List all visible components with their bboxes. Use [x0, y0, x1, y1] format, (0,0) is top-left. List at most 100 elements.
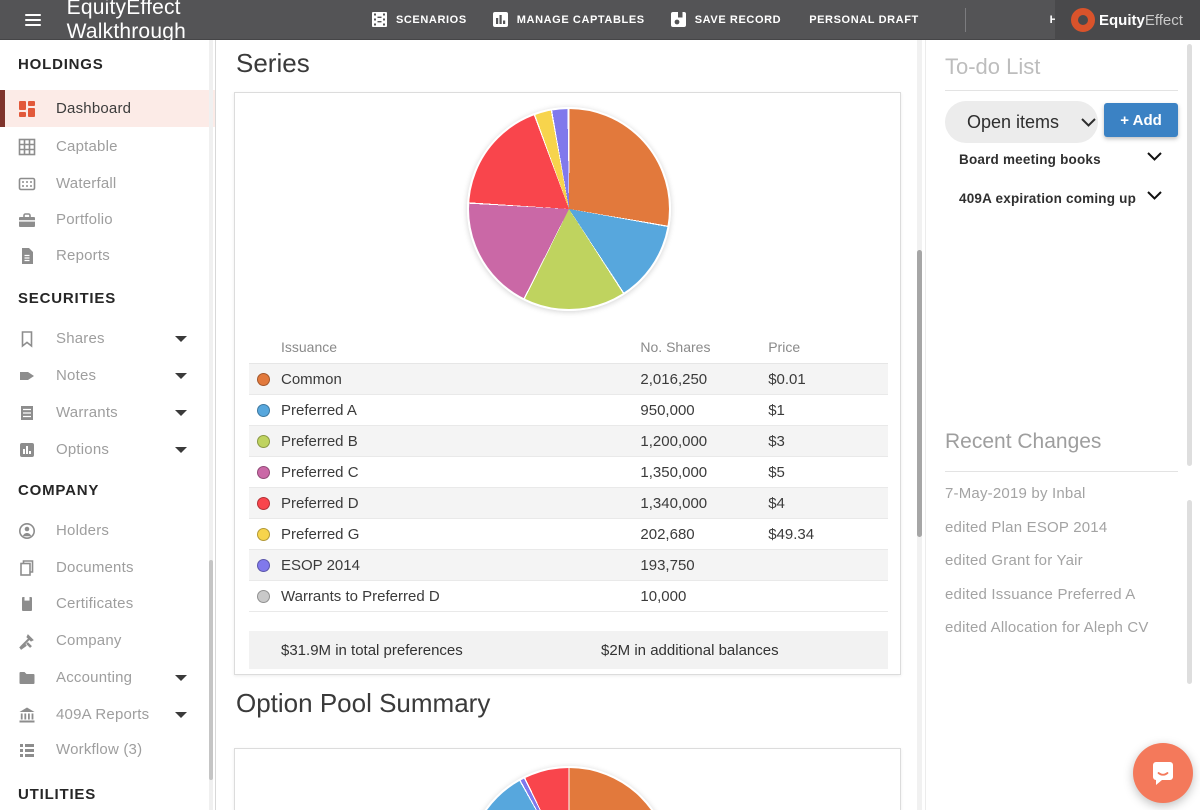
- table-row[interactable]: Warrants to Preferred D 10,000: [249, 581, 888, 612]
- right-panel: To-do List Open items + Add Board meetin…: [925, 40, 1200, 810]
- folder-icon: [19, 671, 35, 684]
- sidebar-item-409a-reports[interactable]: 409A Reports: [0, 696, 215, 733]
- sidebar-item-notes[interactable]: Notes: [0, 357, 215, 394]
- table-row[interactable]: Common 2,016,250 $0.01: [249, 364, 888, 395]
- personal-draft-label[interactable]: PERSONAL DRAFT: [809, 14, 919, 26]
- expand-caret-icon[interactable]: [175, 711, 187, 718]
- scenarios-button[interactable]: SCENARIOS: [371, 12, 467, 27]
- bar-chart-icon: [492, 12, 508, 27]
- document-icon: [22, 247, 33, 264]
- sidebar-item-waterfall[interactable]: Waterfall: [0, 165, 215, 202]
- person-icon: [19, 522, 35, 539]
- sidebar-item-portfolio[interactable]: Portfolio: [0, 201, 215, 238]
- workflow-list-icon: [20, 743, 34, 757]
- recent-scrollbar[interactable]: [1187, 500, 1192, 684]
- film-strip-icon: [371, 12, 387, 27]
- sidebar-item-options[interactable]: Options: [0, 431, 215, 468]
- chevron-down-icon[interactable]: [1147, 191, 1162, 200]
- sidebar-item-dashboard[interactable]: Dashboard: [0, 90, 215, 127]
- divider: [945, 90, 1178, 91]
- chat-bubble-icon: [1153, 762, 1173, 785]
- table-row[interactable]: ESOP 2014 193,750: [249, 550, 888, 581]
- todo-item[interactable]: Board meeting books: [959, 152, 1165, 167]
- series-color-dot: [257, 496, 270, 510]
- table-row[interactable]: Preferred B 1,200,000 $3: [249, 426, 888, 457]
- recent-change-item[interactable]: edited Allocation for Aleph CV: [945, 619, 1149, 636]
- recent-change-item[interactable]: edited Issuance Preferred A: [945, 586, 1136, 603]
- logo-ring-icon: [1071, 8, 1095, 32]
- sidebar-item-certificates[interactable]: Certificates: [0, 585, 215, 622]
- chevron-down-icon[interactable]: [1147, 152, 1162, 161]
- manage-captables-button[interactable]: MANAGE CAPTABLES: [492, 12, 645, 27]
- series-color-dot: [257, 589, 270, 603]
- topbar-divider: [964, 7, 966, 32]
- open-items-dropdown[interactable]: Open items: [945, 101, 1098, 143]
- main-content: Series Issuance No. Shares Price Common …: [216, 40, 925, 810]
- series-color-dot: [257, 434, 270, 448]
- logo-text-light: Effect: [1144, 11, 1183, 29]
- table-footer: $31.9M in total preferences $2M in addit…: [249, 631, 888, 669]
- sidebar-item-accounting[interactable]: Accounting: [0, 659, 215, 696]
- divider: [945, 471, 1178, 472]
- series-color-dot: [257, 372, 270, 386]
- recent-changes-heading: Recent Changes: [945, 430, 1102, 453]
- recent-change-item[interactable]: edited Plan ESOP 2014: [945, 519, 1107, 536]
- expand-caret-icon[interactable]: [175, 372, 187, 379]
- sidebar-item-warrants[interactable]: Warrants: [0, 394, 215, 431]
- sidebar-scrollbar-thumb[interactable]: [209, 560, 213, 780]
- copy-icon: [20, 559, 34, 576]
- sidebar-item-captable[interactable]: Captable: [0, 128, 215, 165]
- todo-scrollbar[interactable]: [1187, 44, 1192, 466]
- left-sidebar: HOLDINGS Dashboard Captable Waterfall Po…: [0, 40, 216, 810]
- todo-item[interactable]: 409A expiration coming up: [959, 191, 1165, 206]
- top-bar: EquityEffect Walkthrough SCENARIOS MANAG…: [0, 0, 1200, 43]
- section-title-holdings: HOLDINGS: [18, 56, 104, 73]
- col-no-shares: No. Shares: [640, 339, 711, 355]
- certificate-icon: [22, 596, 32, 611]
- section-title-company: COMPANY: [18, 482, 100, 499]
- option-pool-pie-chart: [466, 766, 672, 810]
- tools-icon: [19, 633, 34, 650]
- table-row[interactable]: Preferred A 950,000 $1: [249, 395, 888, 426]
- sidebar-item-workflow[interactable]: Workflow (3): [0, 731, 215, 768]
- section-title-securities: SECURITIES: [18, 290, 117, 307]
- recent-change-item[interactable]: 7-May-2019 by Inbal: [945, 485, 1086, 502]
- sidebar-item-shares[interactable]: Shares: [0, 320, 215, 357]
- bookmark-icon: [21, 330, 33, 348]
- col-issuance: Issuance: [281, 339, 338, 355]
- logo-text-bold: Equity: [1099, 11, 1145, 29]
- save-record-button[interactable]: SAVE RECORD: [670, 12, 781, 27]
- bank-icon: [19, 707, 35, 722]
- series-color-dot: [257, 403, 270, 417]
- chart-icon: [20, 442, 34, 457]
- table-row[interactable]: Preferred C 1,350,000 $5: [249, 457, 888, 488]
- additional-balances: $2M in additional balances: [601, 641, 779, 659]
- main-scrollbar-thumb[interactable]: [917, 250, 922, 537]
- table-row[interactable]: Preferred D 1,340,000 $4: [249, 488, 888, 519]
- table-header: Issuance No. Shares Price: [249, 331, 888, 364]
- sidebar-item-company[interactable]: Company: [0, 622, 215, 659]
- add-todo-button[interactable]: + Add: [1104, 103, 1178, 137]
- floppy-disk-icon: [670, 12, 686, 27]
- expand-caret-icon[interactable]: [175, 674, 187, 681]
- chat-launcher-button[interactable]: [1133, 743, 1193, 803]
- option-pool-card: [234, 748, 901, 810]
- sidebar-item-reports[interactable]: Reports: [0, 237, 215, 274]
- expand-caret-icon[interactable]: [175, 409, 187, 416]
- tag-icon: [20, 371, 34, 380]
- series-heading: Series: [236, 48, 310, 78]
- section-title-utilities: UTILITIES: [18, 786, 97, 803]
- table-row[interactable]: Preferred G 202,680 $49.34: [249, 519, 888, 550]
- sidebar-item-holders[interactable]: Holders: [0, 512, 215, 549]
- series-color-dot: [257, 465, 270, 479]
- recent-change-item[interactable]: edited Grant for Yair: [945, 552, 1083, 569]
- briefcase-icon: [19, 212, 35, 227]
- series-card: Issuance No. Shares Price Common 2,016,2…: [234, 92, 901, 675]
- hamburger-menu-icon[interactable]: [25, 11, 41, 29]
- series-pie-chart: [467, 107, 671, 311]
- expand-caret-icon[interactable]: [175, 335, 187, 342]
- brand-logo: EquityEffect: [1055, 0, 1200, 40]
- sidebar-item-documents[interactable]: Documents: [0, 549, 215, 586]
- expand-caret-icon[interactable]: [175, 446, 187, 453]
- series-color-dot: [257, 558, 270, 572]
